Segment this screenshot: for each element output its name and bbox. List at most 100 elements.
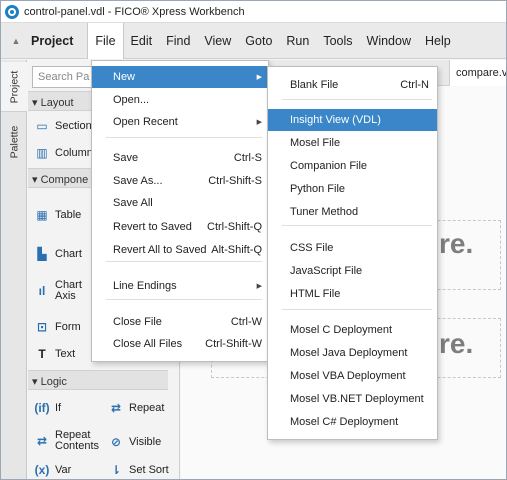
menu-separator — [282, 225, 432, 226]
logic-section-header[interactable]: ▾ Logic — [28, 370, 168, 390]
new-submenu-item-blank-file[interactable]: Blank File Ctrl-N — [268, 74, 437, 96]
new-submenu-item-css-file[interactable]: CSS File — [268, 237, 437, 259]
menu-separator — [106, 137, 262, 138]
file-menu-item-save-all[interactable]: Save All — [92, 192, 268, 214]
palette-item-repeat-contents[interactable]: ⇄ Repeat Contents — [34, 430, 103, 452]
new-submenu-item-insight-view-vdl[interactable]: Insight View (VDL) — [268, 109, 437, 131]
menu-item-shortcut: Alt-Shift-Q — [211, 244, 262, 256]
menu-item-label: Companion File — [290, 160, 368, 172]
menu-item-label: Close All Files — [113, 338, 183, 350]
menu-goto[interactable]: Goto — [238, 23, 279, 59]
repeat-contents-icon: ⇄ — [36, 434, 48, 448]
menu-item-label: CSS File — [290, 242, 334, 254]
menu-item-label: Insight View (VDL) — [290, 114, 381, 126]
palette-item-visible[interactable]: ⊘ Visible — [108, 435, 161, 449]
palette-item-label: Column — [55, 147, 93, 159]
editor-tab-compare[interactable]: compare.vd — [449, 60, 506, 86]
menu-item-shortcut: Ctrl-Shift-S — [208, 175, 262, 187]
file-menu-item-revert-to-saved[interactable]: Revert to Saved Ctrl-Shift-Q — [92, 216, 268, 238]
tab-project[interactable]: Project — [1, 62, 27, 112]
table-icon: ▦ — [36, 208, 48, 222]
tab-project-label: Project — [8, 70, 20, 103]
new-submenu-item-mosel-c#-deployment[interactable]: Mosel C# Deployment — [268, 411, 437, 433]
file-menu-item-line-endings[interactable]: Line Endings ▶ — [92, 275, 268, 297]
menu-item-label: Mosel C# Deployment — [290, 416, 399, 428]
palette-item-label: Chart — [55, 248, 82, 260]
chart-axis-icon: ıl — [38, 284, 46, 298]
menu-edit[interactable]: Edit — [124, 23, 160, 59]
chart-icon: ▙ — [37, 247, 47, 261]
new-submenu-item-mosel-vba-deployment[interactable]: Mosel VBA Deployment — [268, 365, 437, 387]
file-menu-item-revert-all-to-saved[interactable]: Revert All to Saved Alt-Shift-Q — [92, 239, 268, 261]
menu-item-label: Open Recent — [113, 116, 178, 128]
tab-palette-label: Palette — [8, 125, 21, 159]
file-menu-item-close-all-files[interactable]: Close All Files Ctrl-Shift-W — [92, 333, 268, 355]
new-submenu-item-mosel-file[interactable]: Mosel File — [268, 132, 437, 154]
palette-item-label: Section — [55, 120, 92, 132]
menu-file[interactable]: File — [87, 22, 124, 59]
if-icon: (if) — [34, 401, 50, 415]
menu-item-shortcut: Ctrl-Shift-W — [205, 338, 262, 350]
palette-item-repeat[interactable]: ⇄ Repeat — [108, 401, 165, 415]
palette-item-set-sort[interactable]: ⇂ Set Sort — [108, 463, 169, 477]
menu-separator — [106, 261, 262, 262]
palette-item-label: Chart Axis — [55, 279, 82, 302]
file-menu-dropdown: New ▶ Open... Open Recent ▶ Save Ctrl-S Save As… — [91, 60, 269, 362]
file-menu-item-save[interactable]: Save Ctrl-S — [92, 147, 268, 169]
palette-item-label: Form — [55, 321, 81, 333]
new-submenu-item-companion-file[interactable]: Companion File — [268, 155, 437, 177]
file-menu-item-close-file[interactable]: Close File Ctrl-W — [92, 311, 268, 333]
menu-item-label: Mosel File — [290, 137, 341, 149]
palette-item-label: Set Sort — [129, 464, 169, 476]
palette-item-label: Visible — [129, 436, 162, 448]
palette-item-column[interactable]: ▥ Column — [34, 146, 93, 160]
new-submenu-item-tuner-method[interactable]: Tuner Method — [268, 201, 437, 223]
file-menu-item-open[interactable]: Open... — [92, 89, 268, 111]
menu-item-label: Python File — [290, 183, 346, 195]
new-submenu-item-javascript-file[interactable]: JavaScript File — [268, 260, 437, 282]
fico-logo-icon — [5, 4, 19, 19]
menu-item-label: Close File — [113, 316, 162, 328]
collapse-panel-icon[interactable]: ▲ — [1, 36, 31, 46]
menu-run[interactable]: Run — [279, 23, 316, 59]
new-submenu-item-html-file[interactable]: HTML File — [268, 283, 437, 305]
menu-window[interactable]: Window — [360, 23, 418, 59]
menu-help[interactable]: Help — [418, 23, 458, 59]
menu-find[interactable]: Find — [159, 23, 197, 59]
file-menu-item-open-recent[interactable]: Open Recent ▶ — [92, 111, 268, 133]
menu-item-label: Save All — [113, 197, 153, 209]
palette-item-if[interactable]: (if) If — [34, 401, 61, 415]
palette-item-label: Table — [55, 209, 82, 221]
palette-item-var[interactable]: (x) Var — [34, 463, 72, 477]
new-submenu-item-mosel-java-deployment[interactable]: Mosel Java Deployment — [268, 342, 437, 364]
menu-item-label: Blank File — [290, 79, 339, 91]
menu-item-label: Mosel C Deployment — [290, 324, 393, 336]
palette-item-chart[interactable]: ▙ Chart — [34, 247, 82, 261]
palette-item-form[interactable]: ⊡ Form — [34, 320, 81, 334]
palette-item-chart-axis[interactable]: ıl Chart Axis — [34, 280, 95, 302]
form-icon: ⊡ — [36, 320, 48, 334]
menu-item-label: Mosel VBA Deployment — [290, 370, 406, 382]
palette-item-label: If — [55, 402, 62, 414]
menu-separator — [282, 99, 432, 100]
file-menu-item-save-as[interactable]: Save As... Ctrl-Shift-S — [92, 170, 268, 192]
app-window: control-panel.vdl - FICO® Xpress Workben… — [0, 0, 507, 480]
new-submenu-item-mosel-c-deployment[interactable]: Mosel C Deployment — [268, 319, 437, 341]
new-submenu-item-mosel-vb-net-deployment[interactable]: Mosel VB.NET Deployment — [268, 388, 437, 410]
palette-item-table[interactable]: ▦ Table — [34, 208, 81, 222]
menu-item-label: Revert to Saved — [113, 221, 192, 233]
palette-item-section[interactable]: ▭ Section — [34, 119, 92, 133]
menu-view[interactable]: View — [197, 23, 238, 59]
column-icon: ▥ — [36, 146, 48, 160]
repeat-icon: ⇄ — [110, 401, 122, 415]
tab-palette[interactable]: Palette — [1, 116, 27, 168]
menu-item-label: JavaScript File — [290, 265, 363, 277]
palette-item-text[interactable]: T Text — [34, 347, 75, 361]
menu-tools[interactable]: Tools — [316, 23, 359, 59]
menu-separator — [106, 299, 262, 300]
file-menu-item-new[interactable]: New ▶ — [92, 66, 268, 88]
new-submenu-item-python-file[interactable]: Python File — [268, 178, 437, 200]
side-tab-bar: Project Palette — [1, 60, 27, 479]
menu-item-label: New — [113, 71, 136, 83]
preview-text-2: re. — [439, 328, 474, 359]
